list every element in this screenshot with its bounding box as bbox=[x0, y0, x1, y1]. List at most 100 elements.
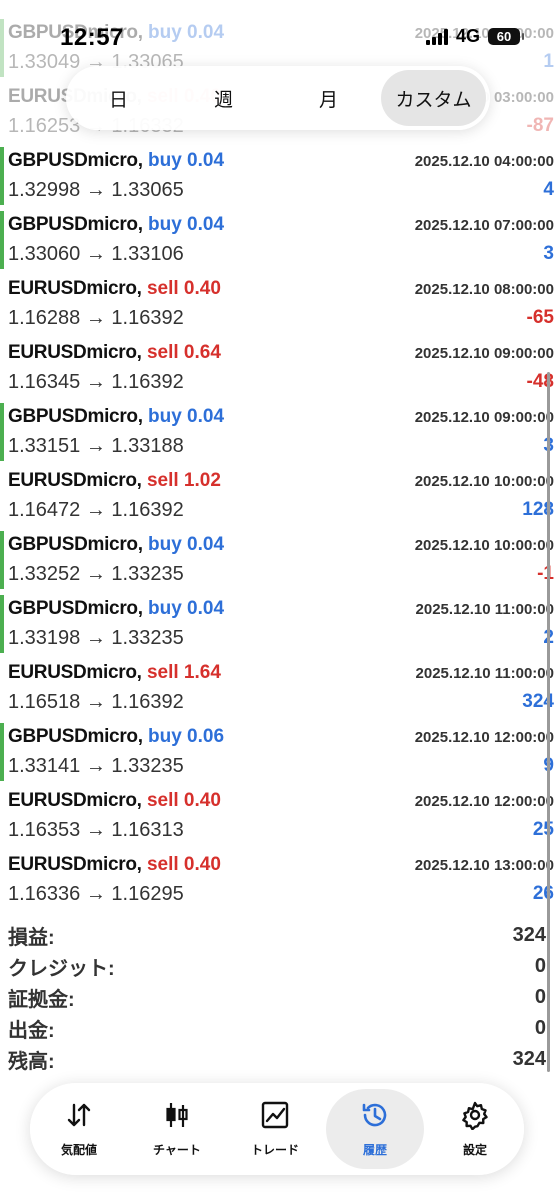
trade-row[interactable]: GBPUSDmicro, buy 0.06 2025.12.10 12:00:00… bbox=[0, 720, 554, 784]
period-tab-2[interactable]: 月 bbox=[276, 70, 381, 126]
trade-title: GBPUSDmicro, buy 0.04 bbox=[8, 534, 224, 556]
summary-row: 出金: 0 bbox=[8, 1013, 546, 1044]
trade-title: GBPUSDmicro, buy 0.06 bbox=[8, 726, 224, 748]
nav-item-1[interactable]: チャート bbox=[128, 1089, 226, 1169]
trade-volume: buy 0.04 bbox=[148, 406, 225, 427]
summary-label: 出金: bbox=[8, 1020, 55, 1042]
trade-row[interactable]: EURUSDmicro, sell 0.40 2025.12.10 12:00:0… bbox=[0, 784, 554, 848]
trade-volume: sell 1.02 bbox=[146, 470, 221, 491]
period-tab-1[interactable]: 週 bbox=[171, 70, 276, 126]
trade-volume: sell 0.40 bbox=[146, 790, 221, 811]
trade-date: 2025.12.10 11:00:00 bbox=[415, 665, 554, 682]
nav-label: 設定 bbox=[462, 1143, 487, 1157]
trade-date: 2025.12.10 10:00:00 bbox=[414, 537, 554, 554]
nav-item-3[interactable]: 履歴 bbox=[326, 1089, 424, 1169]
candlestick-icon bbox=[162, 1100, 192, 1135]
trade-volume: sell 0.40 bbox=[146, 854, 221, 875]
summary-value: 324 bbox=[512, 924, 546, 946]
trade-symbol: GBPUSDmicro, bbox=[8, 534, 143, 555]
nav-item-2[interactable]: トレード bbox=[226, 1089, 324, 1169]
trade-row[interactable]: GBPUSDmicro, buy 0.04 2025.12.10 11:00:00… bbox=[0, 592, 554, 656]
trade-profit: 3 bbox=[543, 243, 554, 264]
signal-icon bbox=[425, 28, 448, 45]
nav-label: 気配値 bbox=[60, 1143, 97, 1157]
trade-date: 2025.12.10 04:00:00 bbox=[414, 153, 554, 170]
trade-volume: sell 0.40 bbox=[146, 278, 221, 299]
account-summary: 損益: 324 クレジット: 0 証拠金: 0 出金: 0 残高: 324 bbox=[8, 920, 546, 1075]
trade-prices: 1.16353 → 1.16313 bbox=[8, 819, 184, 841]
trade-volume: sell 1.64 bbox=[146, 662, 221, 683]
trade-date: 2025.12.10 12:00:00 bbox=[414, 793, 554, 810]
bottom-navigation: 気配値 チャート トレード 履歴 設定 bbox=[30, 1083, 524, 1175]
period-tab-0[interactable]: 日 bbox=[66, 70, 171, 126]
trade-title: EURUSDmicro, sell 1.02 bbox=[8, 470, 221, 492]
summary-value: 0 bbox=[534, 986, 546, 1008]
trade-date: 2025.12.10 13:00:00 bbox=[414, 857, 554, 874]
trade-symbol: EURUSDmicro, bbox=[8, 662, 142, 683]
trade-symbol: EURUSDmicro, bbox=[8, 278, 142, 299]
trade-title: GBPUSDmicro, buy 0.04 bbox=[8, 598, 224, 620]
period-selector: 日週月カスタム bbox=[66, 66, 490, 130]
trade-row[interactable]: GBPUSDmicro, buy 0.04 2025.12.10 07:00:00… bbox=[0, 208, 554, 272]
arrows-updown-icon bbox=[64, 1100, 94, 1135]
trade-date: 2025.12.10 09:00:00 bbox=[414, 409, 554, 426]
trade-row[interactable]: GBPUSDmicro, buy 0.04 2025.12.10 04:00:00… bbox=[0, 144, 554, 208]
trade-prices: 1.33060 → 1.33106 bbox=[8, 243, 184, 265]
trade-date: 2025.12.10 07:00:00 bbox=[414, 217, 554, 234]
period-tab-3[interactable]: カスタム bbox=[381, 70, 486, 126]
trade-prices: 1.33141 → 1.33235 bbox=[8, 755, 184, 777]
battery-icon: 60 bbox=[488, 28, 524, 45]
nav-label: 履歴 bbox=[362, 1143, 387, 1157]
trade-row[interactable]: EURUSDmicro, sell 0.64 2025.12.10 09:00:0… bbox=[0, 336, 554, 400]
trade-row[interactable]: EURUSDmicro, sell 1.64 2025.12.10 11:00:0… bbox=[0, 656, 554, 720]
nav-label: チャート bbox=[153, 1143, 201, 1157]
trade-date: 2025.12.10 08:00:00 bbox=[414, 281, 554, 298]
trade-profit: -1 bbox=[537, 563, 554, 584]
summary-label: 証拠金: bbox=[8, 989, 75, 1011]
summary-value: 0 bbox=[534, 955, 546, 977]
network-type: 4G bbox=[455, 26, 480, 46]
trade-date: 2025.12.10 10:00:00 bbox=[414, 473, 554, 490]
gear-icon bbox=[460, 1100, 490, 1135]
trade-title: GBPUSDmicro, buy 0.04 bbox=[8, 214, 224, 236]
history-clock-icon bbox=[360, 1100, 390, 1135]
trade-prices: 1.16518 → 1.16392 bbox=[8, 691, 184, 713]
trade-row[interactable]: GBPUSDmicro, buy 0.04 2025.12.10 10:00:00… bbox=[0, 528, 554, 592]
nav-item-0[interactable]: 気配値 bbox=[30, 1089, 128, 1169]
scroll-indicator[interactable] bbox=[547, 372, 550, 1072]
trade-profit: -65 bbox=[526, 307, 554, 328]
trade-symbol: EURUSDmicro, bbox=[8, 790, 142, 811]
summary-label: 残高: bbox=[8, 1051, 55, 1073]
trade-prices: 1.16288 → 1.16392 bbox=[8, 307, 184, 329]
trade-prices: 1.16336 → 1.16295 bbox=[8, 883, 184, 905]
buy-indicator-bar bbox=[0, 403, 4, 461]
trade-row[interactable]: EURUSDmicro, sell 0.40 2025.12.10 13:00:0… bbox=[0, 848, 554, 912]
buy-indicator-bar bbox=[0, 531, 4, 589]
trade-symbol: EURUSDmicro, bbox=[8, 854, 142, 875]
summary-label: クレジット: bbox=[8, 958, 115, 980]
trade-volume: buy 0.04 bbox=[148, 214, 225, 235]
battery-level: 60 bbox=[496, 29, 512, 44]
trade-volume: buy 0.06 bbox=[148, 726, 225, 747]
trade-date: 2025.12.10 09:00:00 bbox=[414, 345, 554, 362]
summary-row: 残高: 324 bbox=[8, 1044, 546, 1075]
trade-date: 2025.12.10 12:00:00 bbox=[414, 729, 554, 746]
trade-row[interactable]: EURUSDmicro, sell 0.40 2025.12.10 08:00:0… bbox=[0, 272, 554, 336]
status-bar: 12:57 4G 60 bbox=[0, 0, 554, 72]
trade-row[interactable]: EURUSDmicro, sell 1.02 2025.12.10 10:00:0… bbox=[0, 464, 554, 528]
trade-title: EURUSDmicro, sell 0.40 bbox=[8, 790, 221, 812]
trade-symbol: GBPUSDmicro, bbox=[8, 214, 143, 235]
trade-row[interactable]: GBPUSDmicro, buy 0.04 2025.12.10 09:00:00… bbox=[0, 400, 554, 464]
trade-prices: 1.16345 → 1.16392 bbox=[8, 371, 184, 393]
nav-item-4[interactable]: 設定 bbox=[426, 1089, 524, 1169]
buy-indicator-bar bbox=[0, 147, 4, 205]
summary-value: 0 bbox=[534, 1017, 546, 1039]
trade-prices: 1.33151 → 1.33188 bbox=[8, 435, 184, 457]
trade-prices: 1.33198 → 1.33235 bbox=[8, 627, 184, 649]
trade-date: 2025.12.10 11:00:00 bbox=[415, 601, 554, 618]
buy-indicator-bar bbox=[0, 211, 4, 269]
trade-title: GBPUSDmicro, buy 0.04 bbox=[8, 406, 224, 428]
status-indicators: 4G 60 bbox=[425, 26, 524, 47]
trade-title: EURUSDmicro, sell 0.40 bbox=[8, 278, 221, 300]
trade-symbol: EURUSDmicro, bbox=[8, 342, 142, 363]
